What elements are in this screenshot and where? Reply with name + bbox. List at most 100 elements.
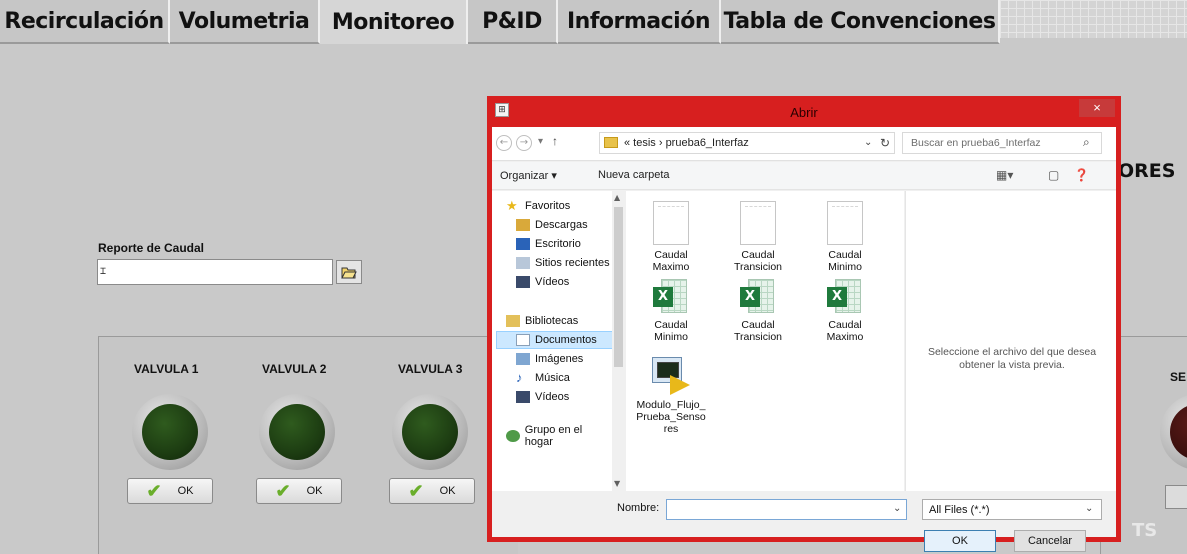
desktop-icon [516,238,530,250]
close-button[interactable]: × [1079,99,1115,117]
images-icon [516,353,530,365]
history-chevron-icon[interactable]: ▾ [538,136,543,147]
scroll-down-icon[interactable]: ▼ [614,479,620,488]
preview-pane-icon[interactable]: ▢ [1048,168,1059,182]
report-path-input[interactable]: ⌶ [97,259,333,285]
check-icon: ✔ [146,481,162,501]
search-input[interactable]: Buscar en prueba6_Interfaz ⌕ [902,132,1102,154]
nav-label: Favoritos [525,200,571,212]
nav-label: Bibliotecas [525,315,579,327]
forward-arrow-icon[interactable]: → [516,135,532,151]
file-type-dropdown-icon[interactable]: ⌄ [1085,503,1093,514]
tab-tabla-convenciones[interactable]: Tabla de Convenciones [721,0,1000,44]
file-item[interactable]: X Caudal Minimo [636,279,706,343]
dialog-toolbar: Organizar ▾ Nueva carpeta ▦▾ ▢ ❓ [492,162,1116,190]
partial-sensor-label: SE [1170,370,1187,384]
refresh-icon[interactable]: ↻ [880,136,890,150]
tab-monitoreo[interactable]: Monitoreo [320,0,468,44]
scroll-up-icon[interactable]: ▲ [614,193,620,202]
new-folder-button[interactable]: Nueva carpeta [598,169,670,181]
valve-1-ok-button[interactable]: ✔ OK [127,478,213,504]
document-icon [653,201,689,245]
nav-label: Sitios recientes [535,257,610,269]
valve-3-led [402,404,458,460]
filename-input[interactable]: ⌄ [666,499,907,520]
address-row: ← → ▾ ↑ « tesis › prueba6_Interfaz ⌄ ↻ B… [492,127,1116,161]
nav-documentos[interactable]: Documentos [496,331,616,349]
organize-menu[interactable]: Organizar ▾ [500,169,557,182]
check-icon: ✔ [275,481,291,501]
recent-places-icon [516,257,530,269]
cancel-button[interactable]: Cancelar [1014,530,1086,552]
file-list: Caudal Maximo Caudal Transicion Caudal M… [626,191,904,491]
nav-label: Documentos [535,334,597,346]
document-icon [827,201,863,245]
file-name: Caudal Minimo [828,249,862,273]
search-icon[interactable]: ⌕ [1083,135,1090,150]
dialog-footer: Nombre: ⌄ All Files (*.*) ⌄ OK Cancelar [492,492,1116,552]
nav-label: Grupo en el hogar [524,424,583,448]
scroll-thumb[interactable] [614,207,623,367]
valve-3-ok-label: OK [439,485,456,497]
valve-2-led [269,404,325,460]
nav-bibliotecas[interactable]: Bibliotecas [506,312,626,330]
file-name: Modulo_Flujo_Prueba_Sensores [636,399,706,435]
valve-1-led [142,404,198,460]
file-item[interactable]: Caudal Maximo [636,201,706,273]
browse-folder-button[interactable] [336,260,362,284]
watermark: TS [1132,520,1158,541]
help-icon[interactable]: ❓ [1074,168,1089,182]
nav-favoritos[interactable]: ★ Favoritos [506,197,626,215]
partial-heading: ORES [1118,160,1176,182]
nav-label: Música [535,372,570,384]
dialog-title: Abrir [790,105,818,120]
file-name: Caudal Maximo [826,319,864,343]
filename-dropdown-icon[interactable]: ⌄ [893,503,901,514]
downloads-folder-icon [516,219,530,231]
valve-2-ok-button[interactable]: ✔ OK [256,478,342,504]
document-icon [740,201,776,245]
valve-2-indicator [259,394,335,470]
valve-1-ok-label: OK [177,485,194,497]
back-arrow-icon[interactable]: ← [496,135,512,151]
file-type-value: All Files (*.*) [929,504,990,516]
address-chevron-icon[interactable]: ⌄ [864,137,872,148]
nav-label: Escritorio [535,238,581,250]
file-item[interactable]: Caudal Minimo [810,201,880,273]
file-type-select[interactable]: All Files (*.*) ⌄ [922,499,1102,520]
tab-recirculacion[interactable]: Recirculación [0,0,170,44]
file-item[interactable]: X Caudal Maximo [810,279,880,343]
ok-button[interactable]: OK [924,530,996,552]
excel-icon: X [740,279,776,315]
search-placeholder: Buscar en prueba6_Interfaz [911,137,1041,149]
file-name: Caudal Transicion [733,249,783,273]
filename-label: Nombre: [617,502,660,514]
address-bar[interactable]: « tesis › prueba6_Interfaz ⌄ ↻ [599,132,895,154]
sensor-led [1170,404,1187,460]
open-file-dialog: ⊞ Abrir × ← → ▾ ↑ « tesis › prueba6_Inte… [487,96,1121,552]
view-options-icon[interactable]: ▦▾ [996,168,1013,182]
report-label: Reporte de Caudal [98,241,205,255]
path-icon: ⌶ [100,266,107,277]
tab-grid-area [1000,0,1187,38]
file-item[interactable]: Modulo_Flujo_Prueba_Sensores [636,357,706,435]
tab-pid[interactable]: P&ID [468,0,558,44]
file-item[interactable]: Caudal Transicion [723,201,793,273]
nav-label: Vídeos [535,391,570,403]
valve-3-indicator [392,394,468,470]
check-icon: ✔ [408,481,424,501]
tab-volumetria[interactable]: Volumetria [170,0,320,44]
breadcrumb[interactable]: « tesis › prueba6_Interfaz [624,137,749,149]
navigation-pane: ★ Favoritos Descargas Escritorio Sitios r… [492,191,625,491]
valve-3-ok-button[interactable]: ✔ OK [389,478,475,504]
dialog-titlebar[interactable]: ⊞ Abrir × [487,96,1121,128]
preview-message: Seleccione el archivo del que desea obte… [927,346,1097,371]
tab-informacion[interactable]: Información [558,0,721,44]
videos-icon [516,276,530,288]
up-arrow-icon[interactable]: ↑ [552,134,558,148]
navigation-scrollbar[interactable]: ▲ ▼ [612,191,625,491]
sensor-button[interactable] [1165,485,1187,509]
file-item[interactable]: X Caudal Transicion [723,279,793,343]
nav-grupo-hogar[interactable]: Grupo en el hogar [506,424,612,448]
music-icon: ♪ [516,370,523,385]
